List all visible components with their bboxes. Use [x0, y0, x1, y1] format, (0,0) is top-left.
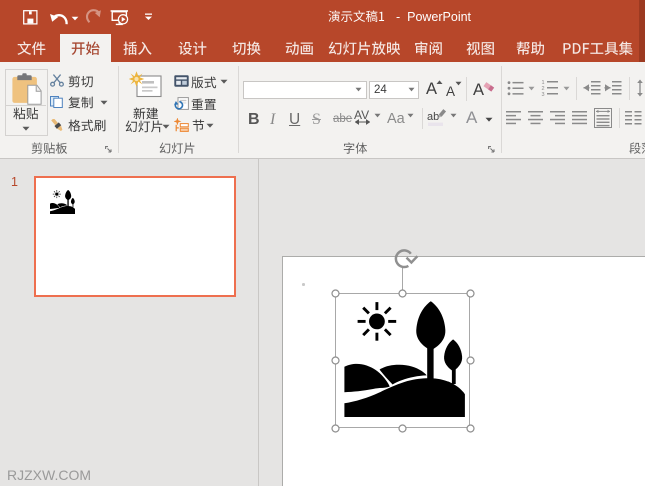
- svg-text:3: 3: [542, 92, 545, 97]
- svg-text:ab: ab: [427, 111, 439, 123]
